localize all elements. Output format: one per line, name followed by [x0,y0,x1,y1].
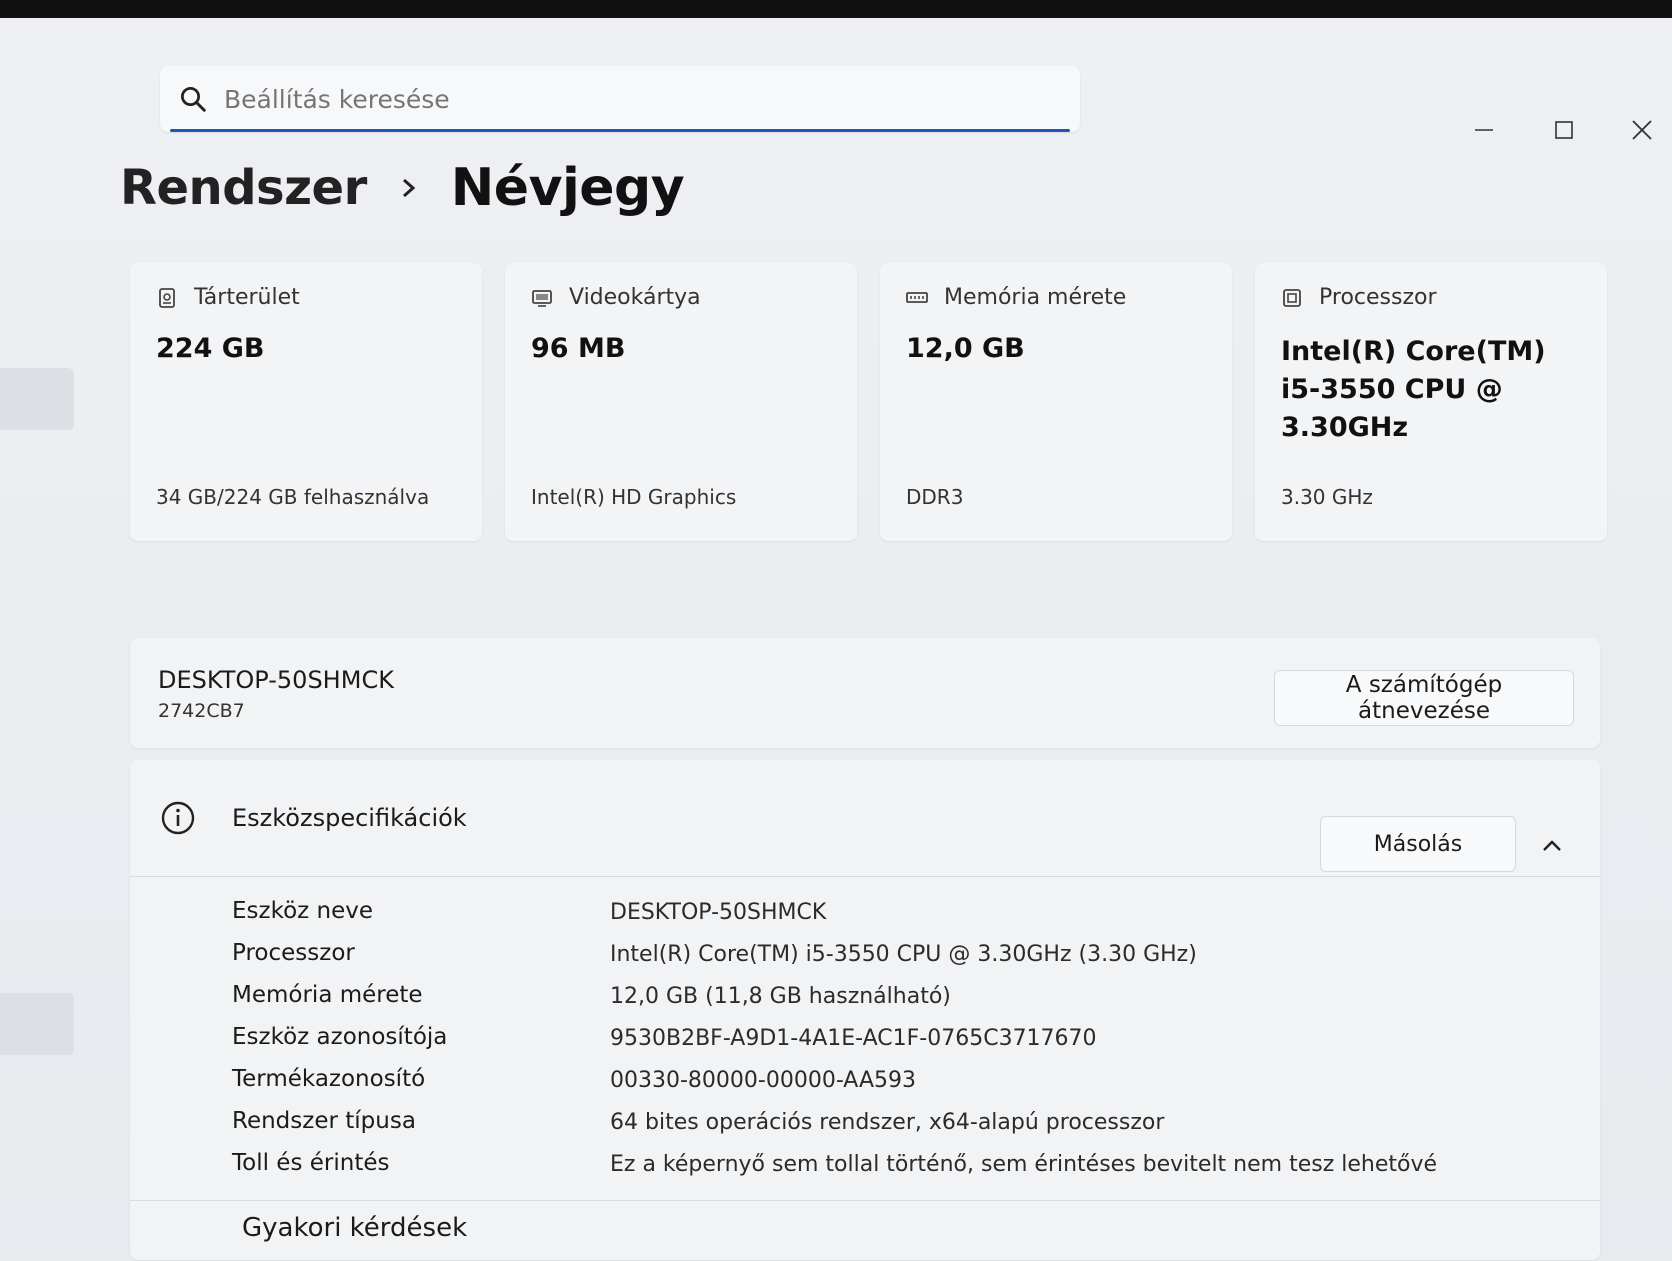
storage-card[interactable]: Tárterület 224 GB 34 GB/224 GB felhaszná… [130,263,482,541]
search-input[interactable] [222,78,1046,120]
search-box[interactable] [160,66,1080,132]
spec-list: Eszköz neve DESKTOP-50SHMCK Processzor I… [130,894,1600,1188]
device-model-id: 2742CB7 [158,700,245,722]
spec-value: 9530B2BF-A9D1-4A1E-AC1F-0765C3717670 [610,1026,1097,1051]
spec-row-device-id: Eszköz azonosítója 9530B2BF-A9D1-4A1E-AC… [130,1020,1600,1062]
search-focus-underline [170,129,1070,132]
spec-row-system-type: Rendszer típusa 64 bites operációs rends… [130,1104,1600,1146]
processor-value: Intel(R) Core(TM) i5-3550 CPU @ 3.30GHz [1281,336,1546,443]
graphics-memory-value: 96 MB [531,333,626,364]
spec-label: Processzor [232,940,355,966]
storage-icon [156,287,178,309]
copy-button[interactable]: Másolás [1320,816,1516,872]
breadcrumb-parent[interactable]: Rendszer [120,160,367,216]
rename-pc-button[interactable]: A számítógép átnevezése [1274,670,1574,726]
spec-value: DESKTOP-50SHMCK [610,900,827,925]
storage-label: Tárterület [194,285,300,310]
spec-value: 12,0 GB (11,8 GB használható) [610,984,951,1009]
memory-card[interactable]: Memória mérete 12,0 GB DDR3 [880,263,1232,541]
faq-section[interactable]: Gyakori kérdések [130,1200,1600,1261]
info-icon [161,801,195,835]
spec-row-memory: Memória mérete 12,0 GB (11,8 GB használh… [130,978,1600,1020]
memory-label: Memória mérete [944,285,1127,310]
processor-icon [1281,287,1303,309]
storage-value: 224 GB [156,333,265,364]
display-adapter-icon [531,287,553,309]
breadcrumb: Rendszer Névjegy [120,158,685,218]
minimize-icon [1475,129,1493,131]
memory-value: 12,0 GB [906,333,1025,364]
spec-row-device-name: Eszköz neve DESKTOP-50SHMCK [130,894,1600,936]
maximize-icon [1555,121,1573,139]
close-button[interactable] [1618,106,1666,154]
sidebar-item[interactable] [0,993,74,1055]
chevron-right-icon [399,176,419,200]
spec-row-processor: Processzor Intel(R) Core(TM) i5-3550 CPU… [130,936,1600,978]
chevron-up-icon [1543,840,1561,851]
storage-usage: 34 GB/224 GB felhasználva [156,485,430,509]
device-specifications-header[interactable]: Eszközspecifikációk Másolás [130,760,1600,877]
spec-label: Eszköz azonosítója [232,1024,448,1050]
faq-title: Gyakori kérdések [242,1213,468,1243]
device-specifications-section: Eszközspecifikációk Másolás Eszköz neve … [130,760,1600,1260]
device-specifications-title: Eszközspecifikációk [232,804,467,832]
spec-label: Memória mérete [232,982,423,1008]
close-icon [1632,120,1652,140]
spec-row-pen-touch: Toll és érintés Ez a képernyő sem tollal… [130,1146,1600,1188]
spec-row-product-id: Termékazonosító 00330-80000-00000-AA593 [130,1062,1600,1104]
top-screen-edge [0,0,1672,18]
spec-value: 64 bites operációs rendszer, x64-alapú p… [610,1110,1165,1135]
page-title: Névjegy [450,158,685,218]
search-icon [181,87,206,112]
graphics-label: Videokártya [569,285,701,310]
spec-value: Intel(R) Core(TM) i5-3550 CPU @ 3.30GHz … [610,942,1197,967]
spec-value: Ez a képernyő sem tollal történő, sem ér… [610,1152,1438,1177]
spec-label: Rendszer típusa [232,1108,416,1134]
memory-type: DDR3 [906,485,964,509]
maximize-button[interactable] [1540,106,1588,154]
sidebar-selected-item[interactable] [0,368,74,430]
processor-speed: 3.30 GHz [1281,485,1373,509]
settings-window: Rendszer Névjegy Tárterület 224 GB 34 GB… [0,18,1672,1260]
collapse-button[interactable] [1530,824,1574,868]
device-name-panel: DESKTOP-50SHMCK 2742CB7 A számítógép átn… [130,638,1600,748]
device-name: DESKTOP-50SHMCK [158,666,394,694]
processor-label: Processzor [1319,285,1437,310]
spec-label: Eszköz neve [232,898,374,924]
processor-card[interactable]: Processzor Intel(R) Core(TM) i5-3550 CPU… [1255,263,1607,541]
spec-label: Toll és érintés [232,1150,390,1176]
graphics-adapter-name: Intel(R) HD Graphics [531,485,737,509]
graphics-card[interactable]: Videokártya 96 MB Intel(R) HD Graphics [505,263,857,541]
minimize-button[interactable] [1460,106,1508,154]
memory-icon [906,287,928,309]
spec-label: Termékazonosító [232,1066,426,1092]
spec-value: 00330-80000-00000-AA593 [610,1068,916,1093]
